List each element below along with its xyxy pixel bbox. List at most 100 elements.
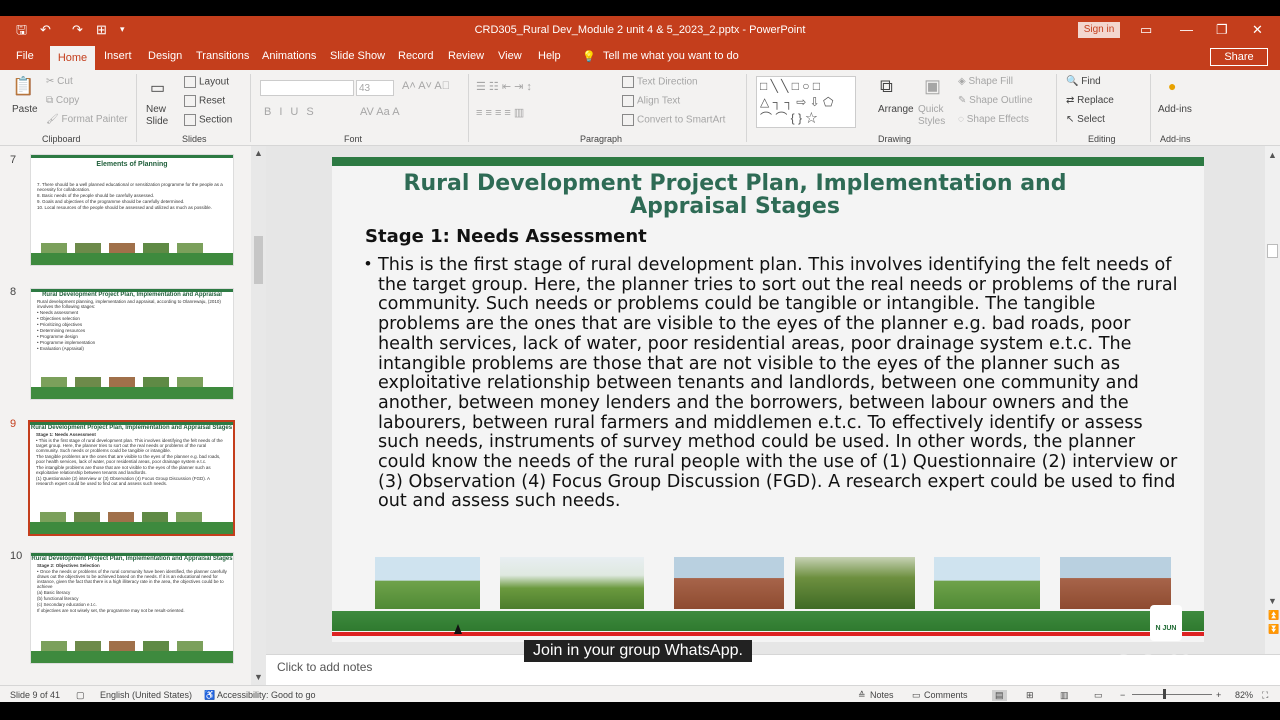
arrange-button[interactable]: Arrange (878, 104, 914, 115)
section-button[interactable]: Section (184, 114, 232, 126)
cut-button[interactable]: ✂ Cut (46, 76, 73, 87)
thumb-image (109, 243, 135, 253)
stage-heading[interactable]: Stage 1: Needs Assessment (365, 226, 647, 247)
reading-view-icon[interactable]: ▥ (1060, 690, 1069, 701)
format-painter-button[interactable]: 🖌 Format Painter (46, 114, 128, 125)
replace-button[interactable]: ⇄ Replace (1066, 95, 1114, 106)
tab-home[interactable]: Home (50, 46, 95, 70)
add-ins-button[interactable]: Add-ins (1158, 104, 1192, 115)
photo-rural-road-2[interactable] (934, 557, 1040, 609)
scroll-thumb[interactable] (254, 236, 263, 284)
tab-transitions[interactable]: Transitions (196, 50, 249, 62)
scroll-down-icon[interactable]: ▼ (254, 672, 263, 682)
slide-body-text[interactable]: This is the first stage of rural develop… (378, 255, 1178, 512)
tab-design[interactable]: Design (148, 50, 182, 62)
thumbnail-slide-9-selected[interactable]: Rural Development Project Plan, Implemen… (28, 420, 235, 536)
thumbnail-slide-8[interactable]: Rural Development Project Plan, Implemen… (30, 288, 234, 400)
fit-slide-icon[interactable]: ⛶ (1262, 690, 1268, 701)
photo-rural-road[interactable] (375, 557, 480, 609)
tab-review[interactable]: Review (448, 50, 484, 62)
select-label: Select (1077, 114, 1105, 125)
reset-button[interactable]: Reset (184, 95, 225, 107)
maximize-icon[interactable]: ❐ (1216, 22, 1228, 38)
paste-button[interactable]: Paste (12, 104, 38, 115)
tab-view[interactable]: View (498, 50, 522, 62)
font-color-buttons[interactable]: AV Aa A (360, 106, 400, 118)
normal-view-icon[interactable]: ▤ (992, 690, 1007, 701)
tab-slide-show[interactable]: Slide Show (330, 50, 385, 62)
share-button[interactable]: Share (1210, 48, 1268, 66)
close-icon[interactable]: ✕ (1252, 22, 1263, 38)
photo-farm-workers[interactable] (795, 557, 915, 609)
thumbnail-scrollbar[interactable]: ▲ ▼ (251, 146, 266, 685)
scroll-down-icon[interactable]: ▼ (1268, 596, 1277, 606)
tab-help[interactable]: Help (538, 50, 561, 62)
shape-outline-button[interactable]: ✎ Shape Outline (958, 95, 1033, 106)
font-size-box[interactable]: 43 (356, 80, 394, 96)
font-name-box[interactable] (260, 80, 354, 96)
university-logo: N JUN (1150, 605, 1182, 641)
zoom-out-icon[interactable]: − (1120, 690, 1125, 700)
bottom-black-band (0, 702, 1280, 720)
thumbnail-slide-10[interactable]: Rural Development Project Plan, Implemen… (30, 552, 234, 664)
slide-show-icon[interactable]: ▭ (1094, 690, 1103, 701)
scroll-up-icon[interactable]: ▲ (1268, 150, 1277, 160)
slides-group-label: Slides (182, 134, 207, 144)
slide-scrollbar[interactable]: ▲ ▼ ⏫ ⏬ (1265, 146, 1280, 654)
slide-title[interactable]: Rural Development Project Plan, Implemen… (360, 172, 1110, 218)
photo-tilled-field-2[interactable] (1060, 557, 1171, 609)
slide-red-line (332, 632, 1204, 636)
ribbon-display-icon[interactable]: ▭ (1140, 22, 1152, 38)
tab-record[interactable]: Record (398, 50, 433, 62)
comments-button[interactable]: Comments (924, 690, 968, 700)
tab-animations[interactable]: Animations (262, 50, 316, 62)
align-buttons[interactable]: ≡ ≡ ≡ ≡ ▥ (476, 106, 524, 119)
find-button[interactable]: 🔍 Find (1066, 76, 1101, 87)
quick-styles-icon[interactable]: ▣ (924, 76, 941, 97)
tab-insert[interactable]: Insert (104, 50, 132, 62)
spellcheck-icon[interactable]: ▢ (76, 690, 85, 701)
minimize-icon[interactable]: — (1180, 22, 1193, 37)
zoom-level[interactable]: 82% (1235, 690, 1253, 700)
previous-slide-icon[interactable]: ⏫ (1268, 610, 1279, 621)
sign-in-button[interactable]: Sign in (1078, 22, 1120, 38)
photo-farmers-harvest[interactable] (500, 557, 644, 609)
convert-smartart-button[interactable]: Convert to SmartArt (622, 114, 725, 126)
next-slide-icon[interactable]: ⏬ (1268, 624, 1279, 635)
thumbnail-slide-7[interactable]: Elements of Planning 7. There should be … (30, 154, 234, 266)
scroll-thumb[interactable] (1267, 244, 1278, 258)
language-indicator[interactable]: English (United States) (100, 690, 192, 700)
zoom-slider[interactable] (1132, 694, 1212, 695)
new-slide-icon[interactable]: ▭ (150, 78, 165, 98)
align-text-button[interactable]: Align Text (622, 95, 680, 107)
tab-file[interactable]: File (16, 50, 34, 62)
zoom-in-icon[interactable]: + (1216, 690, 1221, 700)
font-size-buttons[interactable]: A˄ A˅ A⃠ (402, 80, 450, 92)
select-button[interactable]: ↖ Select (1066, 114, 1105, 125)
find-label: Find (1081, 76, 1101, 87)
paste-icon[interactable]: 📋 (12, 76, 34, 97)
new-slide-button[interactable]: New Slide (146, 104, 180, 128)
list-buttons[interactable]: ☰ ☷ ⇤ ⇥ ↕ (476, 80, 532, 93)
notes-placeholder[interactable]: Click to add notes (277, 660, 372, 674)
quick-styles-button[interactable]: Quick Styles (918, 104, 954, 128)
thumb-line: • Evaluation (Appraisal) (37, 346, 84, 351)
text-direction-button[interactable]: Text Direction (622, 76, 698, 88)
slide-sorter-icon[interactable]: ⊞ (1026, 690, 1034, 701)
add-ins-icon[interactable]: ● (1168, 78, 1176, 94)
shape-fill-button[interactable]: ◈ Shape Fill (958, 76, 1013, 87)
arrange-icon[interactable]: ⧉ (880, 76, 893, 97)
zoom-slider-thumb[interactable] (1163, 689, 1166, 699)
shape-effects-button[interactable]: ◌ Shape Effects (958, 114, 1029, 125)
scroll-up-icon[interactable]: ▲ (254, 148, 263, 158)
accessibility-icon[interactable]: ♿ (204, 690, 215, 701)
photo-tilled-field[interactable] (674, 557, 784, 609)
tell-me-search[interactable]: Tell me what you want to do (603, 50, 739, 62)
notes-button[interactable]: Notes (870, 690, 894, 700)
copy-button[interactable]: ⧉ Copy (46, 95, 79, 106)
layout-button[interactable]: Layout (184, 76, 229, 88)
thumb-image (41, 641, 67, 651)
font-style-buttons[interactable]: BIUS (264, 106, 322, 118)
shapes-gallery[interactable]: □ ╲ ╲ □ ○ □ △ ┐ ┐ ⇨ ⇩ ⬠ ⌒ ⌒ { } ☆ (756, 76, 856, 128)
accessibility-status[interactable]: Accessibility: Good to go (217, 690, 316, 700)
